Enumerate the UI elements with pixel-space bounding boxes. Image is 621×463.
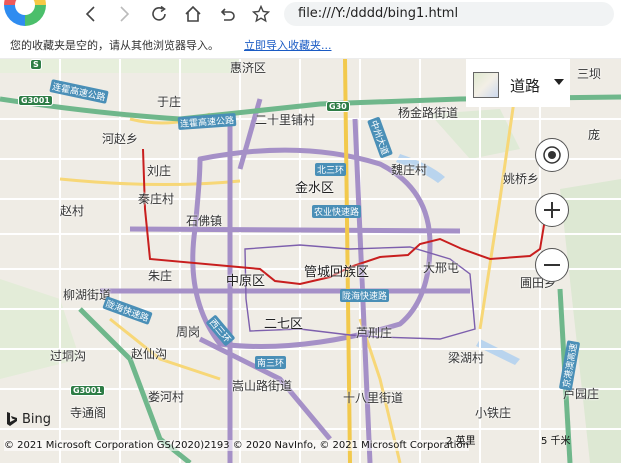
address-text: file:///Y:/dddd/bing1.html	[298, 6, 459, 21]
minus-icon	[544, 264, 560, 266]
forward-arrow-icon	[120, 6, 130, 22]
map-label: 十八里街道	[343, 391, 404, 405]
road-label: 陇海快速路	[340, 289, 390, 302]
refresh-icon	[152, 5, 166, 21]
highway-shield: G30	[326, 101, 350, 112]
map-label: 魏庄村	[391, 163, 428, 177]
highway-shield: G3001	[18, 95, 53, 106]
favorite-star-button[interactable]	[248, 2, 274, 26]
locate-me-button[interactable]	[535, 138, 569, 172]
map-label: 娄河村	[148, 390, 185, 404]
map-label: 嵩山路街道	[232, 379, 293, 393]
browser-toolbar: file:///Y:/dddd/bing1.html	[0, 0, 621, 28]
map-label-district: 管城回族区	[304, 265, 370, 280]
undo-icon	[220, 8, 235, 21]
map-label: 周岗	[176, 325, 201, 339]
map-label: 赵村	[60, 204, 85, 218]
import-favorites-link[interactable]: 立即导入收藏夹...	[244, 37, 332, 53]
map-label-district: 二七区	[264, 317, 304, 332]
road-map-thumbnail-icon	[473, 72, 499, 98]
zoom-out-button[interactable]	[535, 248, 569, 282]
map-label: 梁湖村	[448, 351, 485, 365]
zoom-in-button[interactable]	[535, 193, 569, 227]
map-label: 朱庄	[148, 269, 173, 283]
forward-button[interactable]	[111, 2, 137, 26]
map-label: 姚桥乡	[503, 172, 540, 186]
home-button[interactable]	[180, 2, 206, 26]
map-label: 庞	[588, 128, 601, 142]
map-label: 芦刑庄	[356, 326, 393, 340]
road-label: 农业快速路	[312, 205, 362, 218]
map-label: 于庄	[157, 95, 182, 109]
plus-icon	[544, 202, 560, 218]
back-arrow-icon	[85, 6, 95, 22]
road-label: 南三环	[255, 356, 287, 369]
map-label: 过垌沟	[50, 349, 87, 363]
chevron-down-icon	[554, 79, 564, 85]
map-label: 刘庄	[147, 164, 172, 178]
map-label: 二十里铺村	[255, 113, 316, 127]
bing-logo: Bing	[6, 411, 51, 427]
map-label: 杨金路街道	[398, 106, 459, 120]
refresh-button[interactable]	[146, 2, 172, 26]
map-label: 寺通阁	[70, 406, 107, 420]
map-label: 赵仙沟	[131, 347, 168, 361]
bing-text: Bing	[22, 411, 52, 427]
map-label: 石佛镇	[186, 214, 223, 228]
address-bar[interactable]: file:///Y:/dddd/bing1.html	[284, 2, 614, 26]
locate-icon	[543, 146, 561, 164]
map-type-label: 道路	[510, 77, 541, 95]
map-label-district: 中原区	[226, 274, 266, 289]
star-icon	[252, 5, 270, 23]
map-label-district: 金水区	[295, 181, 335, 196]
favorites-bar: 您的收藏夹是空的，请从其他浏览器导入。 立即导入收藏夹...	[0, 28, 621, 59]
undo-close-tab-button[interactable]	[214, 2, 240, 26]
bing-b-icon	[7, 412, 17, 426]
back-button[interactable]	[78, 2, 104, 26]
map-label: 大邢屯	[423, 261, 460, 275]
scale-miles: 2 英里	[446, 436, 476, 447]
map-canvas[interactable]: 惠济区 于庄 二十里铺村 杨金路街道 三坝 河赵乡 刘庄 金水区 魏庄村 姚桥乡…	[0, 59, 621, 463]
copyright-text: © 2021 Microsoft Corporation GS(2020)219…	[4, 440, 469, 451]
scale-km: 5 千米	[541, 436, 571, 447]
map-label: 三坝	[577, 67, 602, 81]
map-label: 惠济区	[230, 61, 267, 75]
highway-shield: S	[30, 59, 42, 70]
road-label: 北三环	[315, 163, 347, 176]
highway-shield: G3001	[70, 385, 105, 396]
browser-logo-icon	[4, 0, 46, 26]
map-label: 秦庄村	[138, 192, 175, 206]
favorites-empty-message: 您的收藏夹是空的，请从其他浏览器导入。	[10, 39, 219, 52]
map-label: 河赵乡	[102, 132, 139, 146]
home-icon	[185, 5, 201, 22]
map-label: 小铁庄	[475, 406, 512, 420]
map-type-selector[interactable]: 道路	[466, 59, 570, 107]
